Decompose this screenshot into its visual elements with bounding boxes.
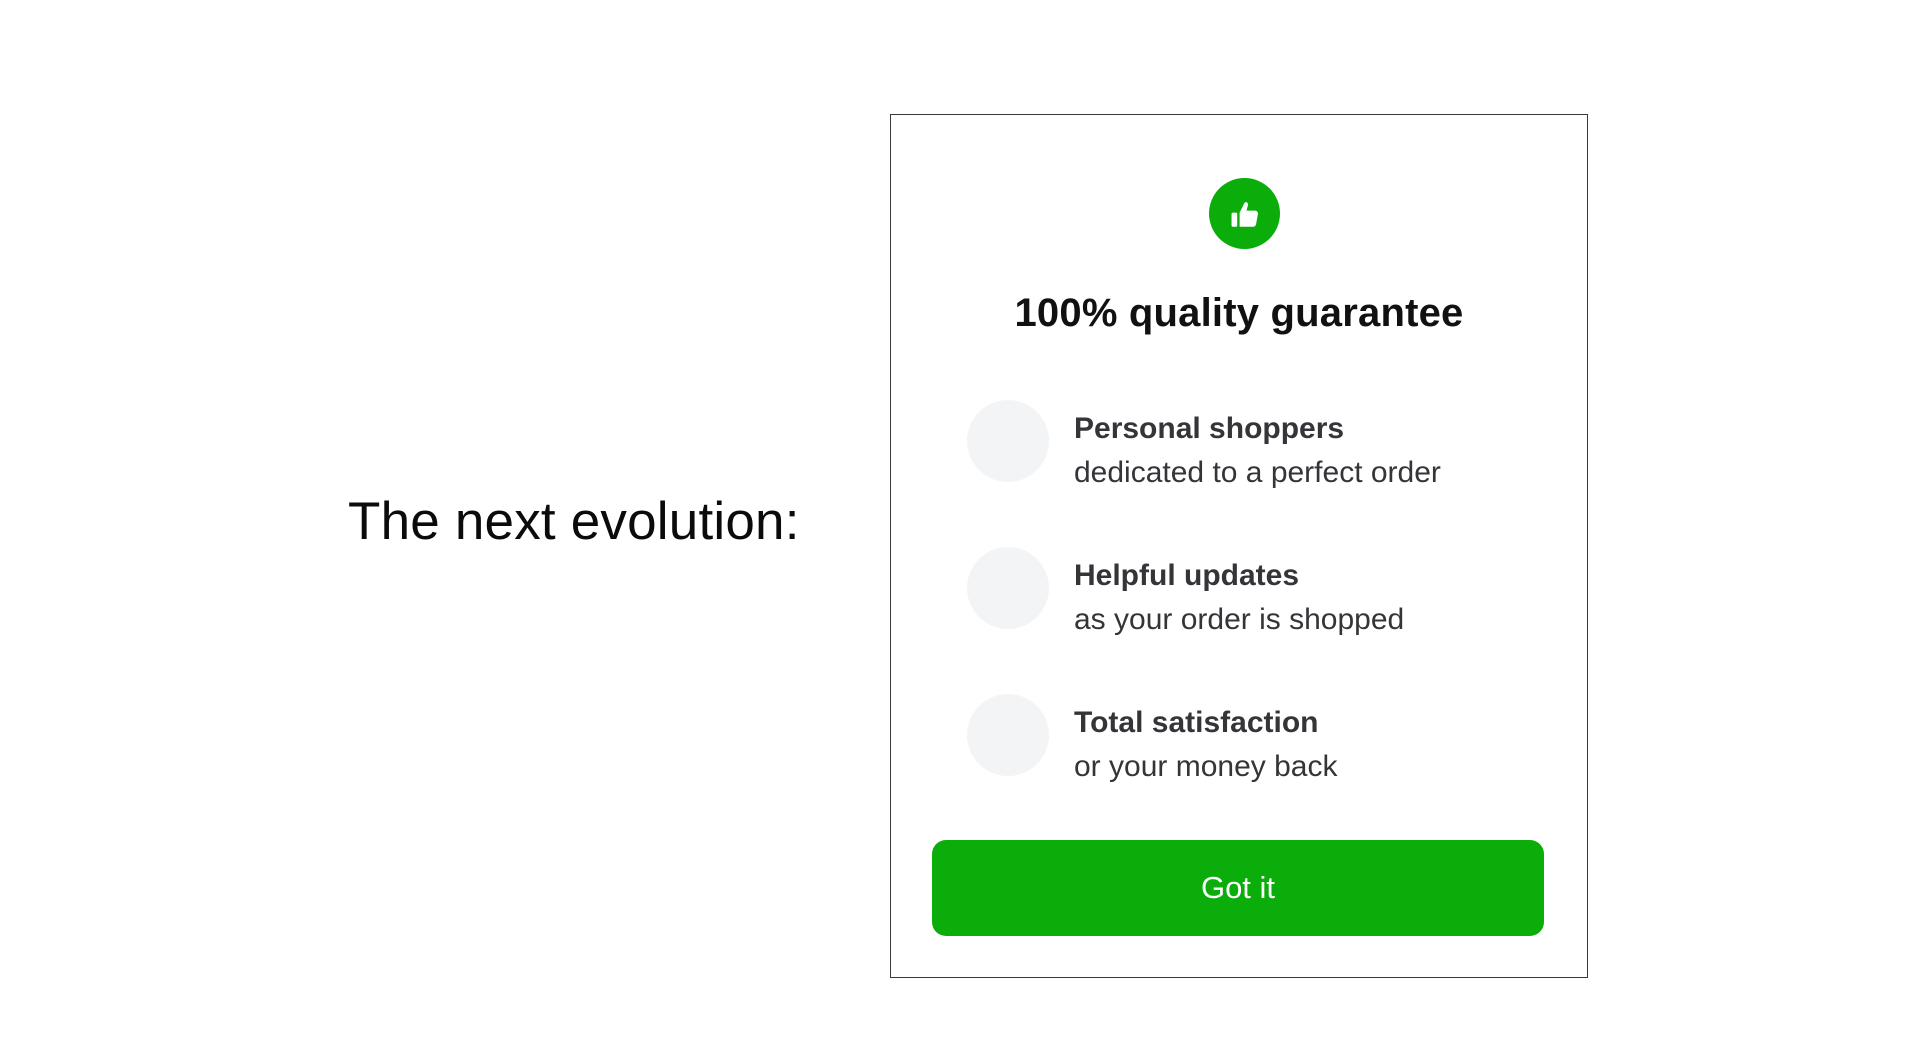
- thumbs-up-icon: [1231, 201, 1258, 227]
- feature-icon-placeholder: [967, 694, 1049, 776]
- feature-title: Helpful updates: [1074, 559, 1300, 592]
- feature-icon-placeholder: [967, 547, 1049, 629]
- feature-item-personal-shoppers: Personal shoppers dedicated to a perfect…: [967, 400, 1547, 547]
- thumbs-up-badge: [1209, 178, 1280, 249]
- feature-title: Personal shoppers: [1074, 412, 1345, 445]
- feature-title: Total satisfaction: [1074, 706, 1319, 739]
- slide-heading: The next evolution:: [348, 492, 800, 551]
- feature-text: Helpful updates as your order is shopped: [1074, 554, 1404, 642]
- feature-list: Personal shoppers dedicated to a perfect…: [967, 400, 1547, 841]
- feature-subtitle: dedicated to a perfect order: [1074, 456, 1441, 489]
- feature-text: Personal shoppers dedicated to a perfect…: [1074, 407, 1441, 495]
- modal-title: 100% quality guarantee: [1014, 291, 1464, 335]
- feature-subtitle: as your order is shopped: [1074, 603, 1405, 636]
- feature-icon-placeholder: [967, 400, 1049, 482]
- feature-subtitle: or your money back: [1074, 750, 1338, 783]
- feature-item-total-satisfaction: Total satisfaction or your money back: [967, 694, 1547, 841]
- feature-item-helpful-updates: Helpful updates as your order is shopped: [967, 547, 1547, 694]
- got-it-button[interactable]: Got it: [932, 840, 1544, 936]
- quality-guarantee-modal: 100% quality guarantee Personal shoppers…: [890, 114, 1588, 978]
- feature-text: Total satisfaction or your money back: [1074, 701, 1337, 789]
